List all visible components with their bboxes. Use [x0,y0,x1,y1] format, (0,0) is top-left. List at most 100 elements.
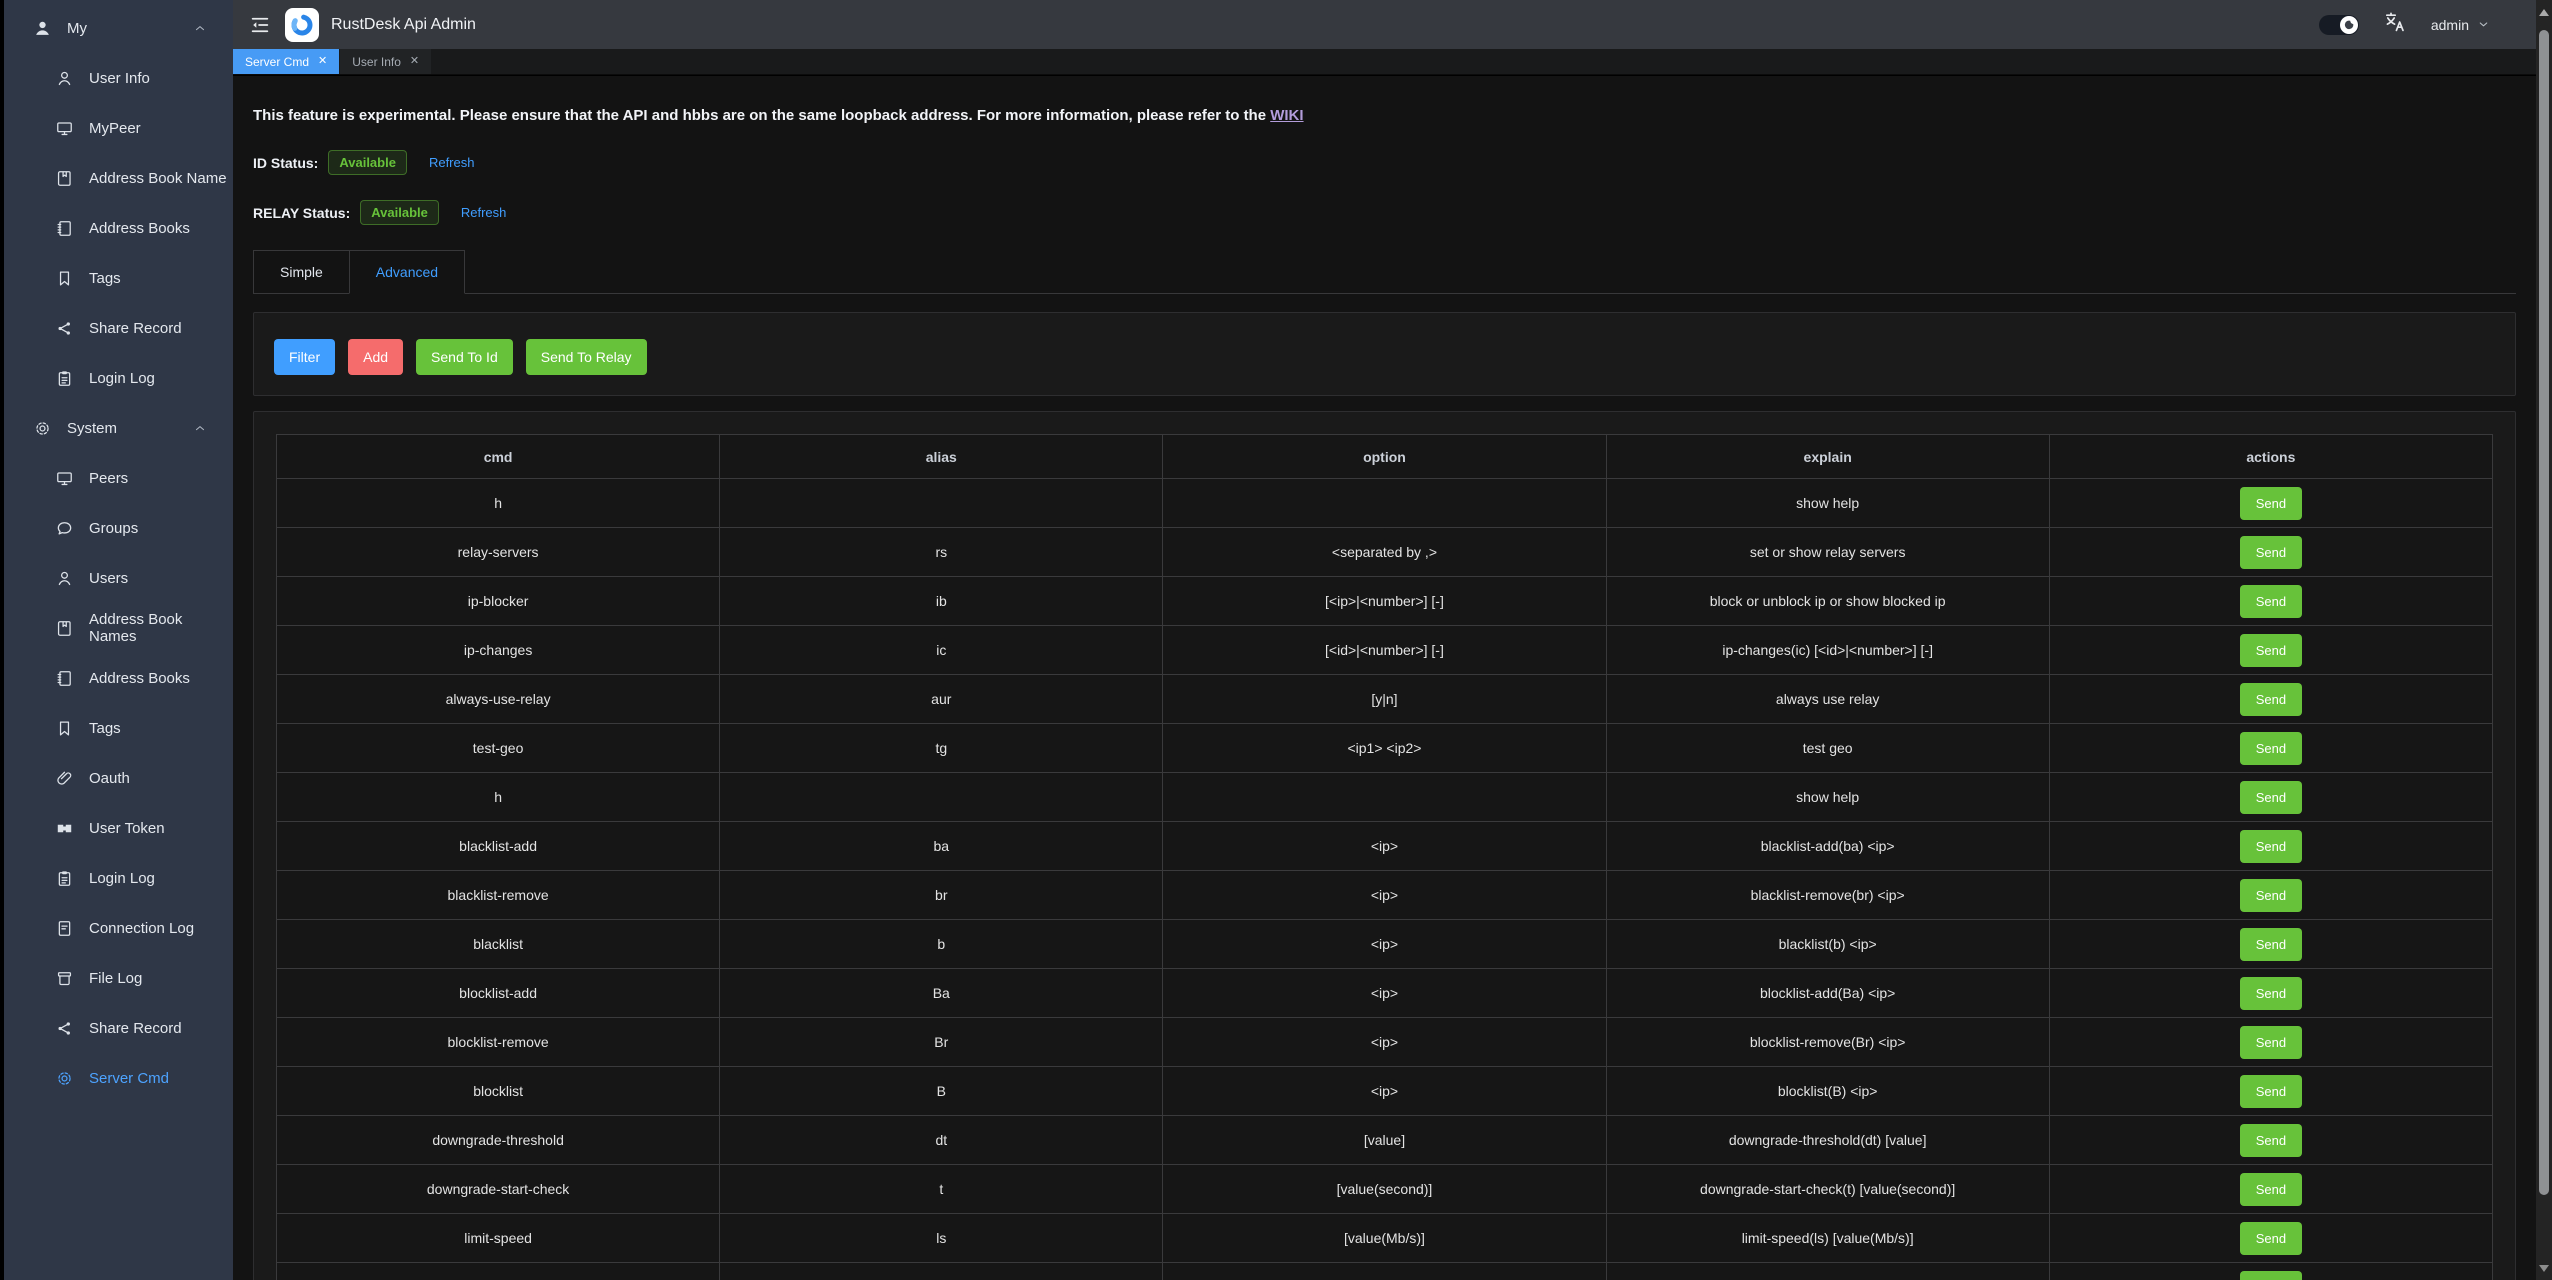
wiki-link[interactable]: WIKI [1270,107,1303,124]
send-button[interactable]: Send [2240,1026,2302,1059]
tab-server-cmd[interactable]: Server Cmd ✕ [233,49,339,74]
sidebar-item-address-books[interactable]: Address Books [4,203,233,253]
cell-alias [720,479,1163,528]
cell-cmd: total-bandwidth [277,1263,720,1280]
add-button[interactable]: Add [348,339,403,375]
sidebar-item-mypeer[interactable]: MyPeer [4,103,233,153]
scrollbar-thumb[interactable] [2539,30,2549,1195]
id-refresh-link[interactable]: Refresh [429,155,475,170]
send-button[interactable]: Send [2240,1222,2302,1255]
cell-alias: t [720,1165,1163,1214]
cell-cmd: blacklist [277,920,720,969]
sidebar-item-connection-log[interactable]: Connection Log [4,903,233,953]
send-button[interactable]: Send [2240,1124,2302,1157]
send-button[interactable]: Send [2240,879,2302,912]
dark-mode-toggle[interactable] [2319,15,2359,35]
sidebar-section-system[interactable]: System [4,403,233,453]
relay-refresh-link[interactable]: Refresh [461,205,507,220]
notebook-icon [55,669,74,688]
tab-user-info[interactable]: User Info ✕ [340,49,431,74]
sidebar-item-oauth[interactable]: Oauth [4,753,233,803]
sidebar-item-tags[interactable]: Tags [4,253,233,303]
sidebar-item-tags-system[interactable]: Tags [4,703,233,753]
cell-actions: Send [2049,1018,2492,1067]
tab-advanced[interactable]: Advanced [349,250,465,294]
sidebar-item-address-book-names[interactable]: Address Book Names [4,603,233,653]
send-button[interactable]: Send [2240,683,2302,716]
cell-option: <ip> [1163,920,1606,969]
sidebar-item-user-token[interactable]: User Token [4,803,233,853]
cell-option: <ip> [1163,1018,1606,1067]
sidebar-section-my[interactable]: My [4,3,233,53]
user-menu[interactable]: admin [2431,17,2490,33]
sidebar-item-login-log-system[interactable]: Login Log [4,853,233,903]
sidebar-item-share-record-system[interactable]: Share Record [4,1003,233,1053]
send-button[interactable]: Send [2240,634,2302,667]
send-button[interactable]: Send [2240,487,2302,520]
send-button[interactable]: Send [2240,928,2302,961]
bookmark-icon [55,269,74,288]
filter-button[interactable]: Filter [274,339,335,375]
cell-actions: Send [2049,822,2492,871]
person-icon [33,19,52,38]
scroll-up-arrow-icon[interactable] [2536,4,2552,20]
col-header-option: option [1163,435,1606,479]
sidebar-item-users[interactable]: Users [4,553,233,603]
sidebar-item-address-book-name[interactable]: Address Book Name [4,153,233,203]
sidebar-item-label: User Token [89,820,165,837]
cell-actions: Send [2049,724,2492,773]
book-icon [55,619,74,638]
cell-option: [<id>|<number>] [-] [1163,626,1606,675]
table-row: limit-speedls[value(Mb/s)]limit-speed(ls… [277,1214,2493,1263]
close-icon[interactable]: ✕ [318,56,327,67]
sidebar-item-groups[interactable]: Groups [4,503,233,553]
scroll-down-arrow-icon[interactable] [2536,1260,2552,1276]
cell-explain: block or unblock ip or show blocked ip [1606,577,2049,626]
send-button[interactable]: Send [2240,536,2302,569]
cell-explain: blocklist-remove(Br) <ip> [1606,1018,2049,1067]
cell-option [1163,773,1606,822]
table-row: blacklistb<ip>blacklist(b) <ip>Send [277,920,2493,969]
tab-simple[interactable]: Simple [253,250,349,294]
mode-tabs: Simple Advanced [253,250,2516,294]
table-row: relay-serversrs<separated by ,>set or sh… [277,528,2493,577]
share-icon [55,1019,74,1038]
send-button[interactable]: Send [2240,830,2302,863]
cell-explain: blocklist(B) <ip> [1606,1067,2049,1116]
send-to-relay-button[interactable]: Send To Relay [526,339,647,375]
sidebar-fold-icon[interactable] [249,14,271,36]
send-to-id-button[interactable]: Send To Id [416,339,513,375]
paperclip-icon [55,769,74,788]
sidebar-item-user-info[interactable]: User Info [4,53,233,103]
send-button[interactable]: Send [2240,585,2302,618]
cell-explain: downgrade-start-check(t) [value(second)] [1606,1165,2049,1214]
sidebar-section-label: My [67,20,87,37]
main-content: This feature is experimental. Please ens… [233,76,2536,1280]
send-button[interactable]: Send [2240,781,2302,814]
cell-alias: br [720,871,1163,920]
scrollbar[interactable] [2536,0,2552,1280]
cell-actions: Send [2049,1067,2492,1116]
id-status-label: ID Status: [253,155,318,171]
send-button[interactable]: Send [2240,977,2302,1010]
sidebar-item-server-cmd[interactable]: Server Cmd [4,1053,233,1103]
cell-option: [value(second)] [1163,1165,1606,1214]
sidebar-item-peers[interactable]: Peers [4,453,233,503]
close-icon[interactable]: ✕ [410,56,419,67]
send-button[interactable]: Send [2240,1271,2302,1280]
sidebar-item-file-log[interactable]: File Log [4,953,233,1003]
translate-icon[interactable] [2383,10,2407,39]
bookmark-icon [55,719,74,738]
sidebar-item-address-books-system[interactable]: Address Books [4,653,233,703]
sidebar-item-login-log[interactable]: Login Log [4,353,233,403]
send-button[interactable]: Send [2240,1075,2302,1108]
app-title: RustDesk Api Admin [331,16,476,34]
sidebar-item-share-record[interactable]: Share Record [4,303,233,353]
document-icon [55,919,74,938]
send-button[interactable]: Send [2240,732,2302,765]
col-header-explain: explain [1606,435,2049,479]
table-row: blocklist-addBa<ip>blocklist-add(Ba) <ip… [277,969,2493,1018]
send-button[interactable]: Send [2240,1173,2302,1206]
monitor-icon [55,119,74,138]
cell-cmd: blacklist-add [277,822,720,871]
